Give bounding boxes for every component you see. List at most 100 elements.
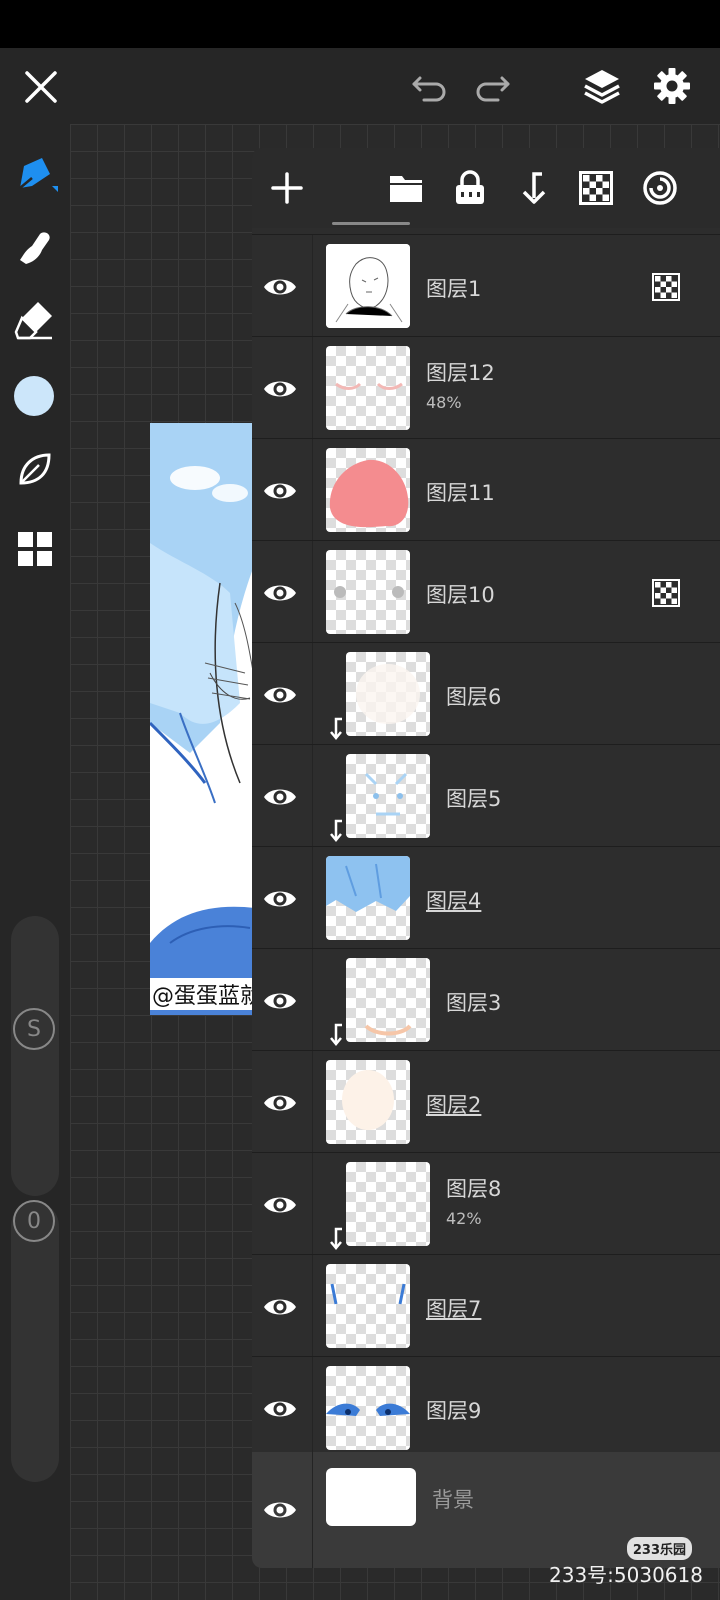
alpha-lock-checker-icon[interactable] (652, 579, 680, 607)
layer-thumbnail (346, 1162, 430, 1246)
layer-row[interactable]: 图层4 (252, 846, 720, 949)
layers-panel-toolbar (252, 148, 720, 228)
layer-row[interactable]: 图层11 (252, 438, 720, 541)
layer-row[interactable]: 图层1 (252, 234, 720, 337)
layer-name: 图层8 (446, 1177, 502, 1201)
layer-name: 图层6 (446, 685, 502, 709)
grid-menu-icon[interactable] (10, 524, 60, 574)
eye-visibility-icon[interactable] (262, 1085, 298, 1121)
current-color-swatch[interactable] (14, 376, 54, 416)
column-divider (312, 745, 313, 847)
blend-mode-target-icon[interactable] (640, 168, 680, 208)
eye-visibility-icon[interactable] (262, 983, 298, 1019)
layer-name: 图层7 (426, 1297, 482, 1321)
merge-down-icon[interactable] (512, 168, 552, 208)
status-bar (0, 0, 720, 48)
layer-name: 图层11 (426, 481, 495, 505)
eye-visibility-icon[interactable] (262, 473, 298, 509)
layer-row[interactable]: 图层2 (252, 1050, 720, 1153)
settings-gear-icon[interactable] (650, 64, 694, 108)
layer-row[interactable]: 图层3 (252, 948, 720, 1051)
column-divider (312, 337, 313, 439)
brush-opacity-knob[interactable]: 0 (13, 1200, 55, 1242)
layer-thumbnail (326, 550, 410, 634)
layer-name: 图层2 (426, 1093, 482, 1117)
artwork-preview (150, 423, 255, 1015)
redo-icon[interactable] (470, 66, 514, 108)
column-divider (312, 847, 313, 949)
clipping-arrow-icon (330, 819, 342, 842)
close-icon[interactable] (20, 66, 62, 108)
eye-visibility-icon[interactable] (262, 1289, 298, 1325)
alpha-lock-checker-icon[interactable] (652, 273, 680, 301)
layers-icon[interactable] (580, 64, 624, 108)
eye-visibility-icon[interactable] (262, 1492, 298, 1528)
column-divider (312, 541, 313, 643)
column-divider (312, 1153, 313, 1255)
eye-visibility-icon[interactable] (262, 371, 298, 407)
background-layer-name: 背景 (432, 1488, 474, 1512)
eye-visibility-icon[interactable] (262, 1391, 298, 1427)
layers-panel: 图层1 图层12 48% 图层11 图层10 图层6 图层5 图层4 图层3 图层2 图层8 42% 图… (252, 148, 720, 1568)
layer-thumbnail (326, 856, 410, 940)
layer-row[interactable]: 图层10 (252, 540, 720, 643)
layer-opacity: 48% (426, 393, 462, 412)
layer-thumbnail (326, 346, 410, 430)
brush-size-knob[interactable]: S (13, 1008, 55, 1050)
brush-size-slider[interactable] (11, 916, 59, 1196)
undo-icon[interactable] (408, 66, 452, 108)
layer-thumbnail (346, 754, 430, 838)
layer-thumbnail (326, 1060, 410, 1144)
left-toolbar: S 0 (0, 124, 70, 1600)
layer-row[interactable]: 图层8 42% (252, 1152, 720, 1255)
folder-icon[interactable] (386, 168, 426, 208)
column-divider (312, 1255, 313, 1357)
layer-name: 图层4 (426, 889, 482, 913)
smudge-icon[interactable] (10, 222, 60, 272)
layer-name: 图层5 (446, 787, 502, 811)
scroll-indicator (332, 222, 410, 225)
layer-name: 图层12 (426, 361, 495, 385)
clipping-arrow-icon (330, 717, 342, 740)
layer-name: 图层10 (426, 583, 495, 607)
layer-thumbnail (326, 244, 410, 328)
layer-opacity: 42% (446, 1209, 482, 1228)
clipping-arrow-icon (330, 1023, 342, 1046)
eye-visibility-icon[interactable] (262, 779, 298, 815)
layer-row[interactable]: 图层12 48% (252, 336, 720, 439)
column-divider (312, 1357, 313, 1459)
eraser-icon[interactable] (10, 294, 60, 344)
layer-row[interactable]: 图层9 (252, 1356, 720, 1459)
lock-icon[interactable] (450, 168, 490, 208)
column-divider (312, 1452, 313, 1568)
column-divider (312, 949, 313, 1051)
layer-row[interactable]: 图层6 (252, 642, 720, 745)
layer-thumbnail (326, 1366, 410, 1450)
eye-visibility-icon[interactable] (262, 1187, 298, 1223)
layer-row[interactable]: 图层7 (252, 1254, 720, 1357)
layer-row[interactable]: 图层5 (252, 744, 720, 847)
column-divider (312, 1051, 313, 1153)
leaf-stabilizer-icon[interactable] (10, 444, 60, 494)
alpha-checker-icon[interactable] (576, 168, 616, 208)
layer-thumbnail (326, 1264, 410, 1348)
source-id-label: 233号:5030618 (549, 1563, 703, 1587)
eye-visibility-icon[interactable] (262, 881, 298, 917)
layer-thumbnail (346, 958, 430, 1042)
column-divider (312, 643, 313, 745)
layer-name: 图层9 (426, 1399, 482, 1423)
column-divider (312, 439, 313, 541)
layer-thumbnail (346, 652, 430, 736)
eye-visibility-icon[interactable] (262, 575, 298, 611)
brush-opacity-slider[interactable] (11, 1202, 59, 1482)
layer-thumbnail (326, 448, 410, 532)
add-layer-icon[interactable] (267, 168, 307, 208)
layer-name: 图层3 (446, 991, 502, 1015)
eye-visibility-icon[interactable] (262, 269, 298, 305)
eye-visibility-icon[interactable] (262, 677, 298, 713)
233-watermark-logo: 233乐园 (626, 1537, 692, 1560)
brush-pen-icon[interactable] (10, 150, 60, 200)
top-toolbar (0, 48, 720, 124)
background-thumbnail (326, 1468, 416, 1526)
layer-name: 图层1 (426, 277, 482, 301)
